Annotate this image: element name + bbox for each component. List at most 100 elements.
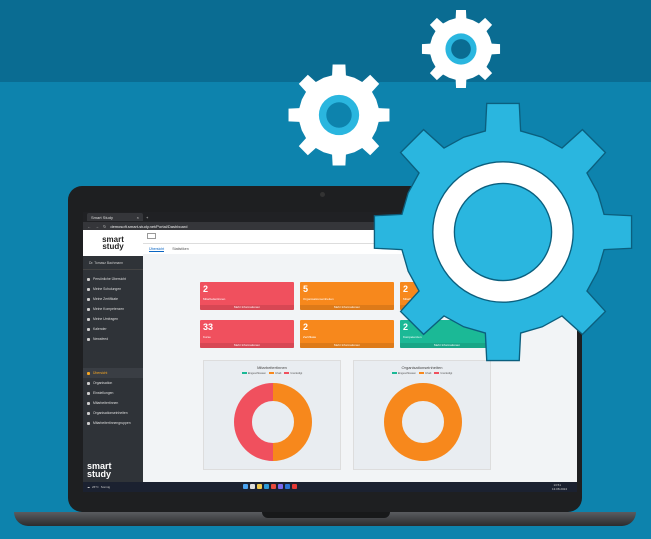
- newsfeed-icon: [87, 337, 90, 341]
- sidebar-item-label: Meine Zertifikate: [93, 297, 119, 301]
- sidebar-item-label: Mitarbeitertinnen: [93, 401, 119, 405]
- sidebar-item[interactable]: Persönliche Übersicht: [83, 274, 143, 284]
- sidebar-item-label: Newsfeed: [93, 337, 109, 341]
- sidebar-item-label: Persönliche Übersicht: [93, 277, 126, 281]
- stat-label: Organisationseinheiten: [303, 297, 334, 301]
- clock-date: 13.08.2024: [551, 487, 567, 491]
- sidebar-item-label: Einstellungen: [93, 391, 114, 395]
- teams-icon[interactable]: [278, 484, 283, 489]
- group-icon: [87, 421, 90, 425]
- sidebar-item-label: Meine Schulungen: [93, 287, 122, 291]
- new-tab-icon[interactable]: +: [146, 215, 148, 220]
- legend-label: Inhalt: [274, 372, 282, 375]
- sidebar-item-label: Meine Umfragen: [93, 317, 119, 321]
- organisation-icon: [87, 381, 90, 385]
- sidebar-item[interactable]: Mitarbeitertinnen: [83, 398, 143, 408]
- sidebar-item-organisation[interactable]: Organisation: [83, 378, 143, 388]
- url-text: demosoft.smart-study.net/Portal/Dashboar…: [110, 223, 188, 229]
- taskbar: ☁ 26°C Sonnig 13:51 13.08.2024: [83, 482, 577, 492]
- weather-desc: Sonnig: [100, 485, 111, 489]
- tab-overview[interactable]: Übersicht: [149, 247, 165, 252]
- legend-item[interactable]: Inhalt: [418, 372, 431, 375]
- legend-item[interactable]: Eingeschlossen: [391, 372, 416, 375]
- browser-tab[interactable]: Smart Study ×: [87, 213, 143, 221]
- dashboard-icon: [87, 371, 90, 375]
- reload-icon[interactable]: ↻: [103, 224, 106, 229]
- browser-tab-title: Smart Study: [91, 214, 114, 220]
- donut-chart: [384, 383, 462, 461]
- close-tab-icon[interactable]: ×: [137, 215, 139, 220]
- sidebar-logo-line-2: study: [87, 469, 112, 479]
- more-info-link[interactable]: Mehr Informationen: [200, 305, 294, 310]
- forward-icon[interactable]: →: [95, 224, 99, 229]
- outlook-icon[interactable]: [285, 484, 290, 489]
- app-icon[interactable]: [292, 484, 297, 489]
- edge-icon[interactable]: [264, 484, 269, 489]
- stat-card[interactable]: 2 Mitarbeitertinnen Mehr Informationen: [200, 282, 294, 310]
- chart-panel-org-units: Organisationseinheiten Eingeschlossen In…: [353, 360, 491, 470]
- donut-slice-inhalt[interactable]: [384, 383, 462, 461]
- explorer-icon[interactable]: [257, 484, 262, 489]
- logo-line-2: study: [102, 242, 124, 251]
- legend-item[interactable]: Unerledigt: [434, 372, 452, 375]
- sidebar-item-label: Meine Kompetenzen: [93, 307, 125, 311]
- start-icon[interactable]: [243, 484, 248, 489]
- sidebar-item-label: Kalender: [93, 327, 107, 331]
- sidebar-item-label: Mitarbeitertinnengruppen: [93, 421, 131, 425]
- small-gear-icon: [421, 9, 501, 89]
- stat-value: 5: [303, 284, 309, 294]
- survey-icon: [87, 317, 90, 321]
- sidebar-item[interactable]: Organisationseinheiten: [83, 408, 143, 418]
- sidebar-item[interactable]: Meine Zertifikate: [83, 294, 143, 304]
- sidebar-item[interactable]: Newsfeed: [83, 334, 143, 344]
- webcam: [320, 192, 325, 197]
- sidebar-item-overview[interactable]: Übersicht: [83, 368, 143, 378]
- sidebar-item[interactable]: Meine Schulungen: [83, 284, 143, 294]
- sidebar-logo: smart study: [87, 462, 112, 479]
- weather-temp[interactable]: 26°C: [92, 485, 99, 489]
- logo[interactable]: smart study: [83, 230, 143, 256]
- stat-label: Kurse: [203, 335, 211, 339]
- calendar-icon: [87, 327, 90, 331]
- building-icon: [87, 411, 90, 415]
- laptop-notch: [262, 512, 390, 518]
- sidebar-item[interactable]: Mitarbeitertinnengruppen: [83, 418, 143, 428]
- back-icon[interactable]: ←: [87, 224, 91, 229]
- sidebar-item-label: Übersicht: [93, 371, 108, 375]
- sidebar-item[interactable]: Kalender: [83, 324, 143, 334]
- large-gear-icon: [373, 102, 633, 362]
- legend-label: Unerledigt: [290, 372, 303, 375]
- search-icon[interactable]: [250, 484, 255, 489]
- stat-label: Mitarbeitertinnen: [203, 297, 226, 301]
- tab-statistics[interactable]: Statistiken: [172, 247, 189, 251]
- legend-item[interactable]: Unerledigt: [284, 372, 302, 375]
- user-icon: [87, 401, 90, 405]
- sidebar-item[interactable]: Einstellungen: [83, 388, 143, 398]
- chart-legend: Eingeschlossen Inhalt Unerledigt: [204, 372, 340, 375]
- settings-icon: [87, 391, 90, 395]
- stat-value: 2: [303, 322, 309, 332]
- legend-item[interactable]: Eingeschlossen: [241, 372, 266, 375]
- menu-icon[interactable]: [147, 233, 156, 239]
- sidebar: smart study Dr. Tomasz Bachmann Persönli…: [83, 230, 143, 482]
- donut-slice-inhalt[interactable]: [272, 383, 312, 461]
- stat-card[interactable]: 33 Kurse Mehr Informationen: [200, 320, 294, 348]
- legend-item[interactable]: Inhalt: [268, 372, 282, 375]
- sidebar-item[interactable]: Meine Umfragen: [83, 314, 143, 324]
- legend-label: Eingeschlossen: [247, 372, 266, 375]
- sidebar-item-label: Organisationseinheiten: [93, 411, 128, 415]
- donut-chart: [234, 383, 312, 461]
- course-icon: [87, 287, 90, 291]
- user-name[interactable]: Dr. Tomasz Bachmann: [83, 256, 143, 270]
- chrome-icon[interactable]: [271, 484, 276, 489]
- legend-label: Unerledigt: [440, 372, 453, 375]
- legend-label: Eingeschlossen: [397, 372, 416, 375]
- donut-slice-unerledigt[interactable]: [234, 383, 274, 461]
- more-info-link[interactable]: Mehr Informationen: [200, 343, 294, 348]
- sidebar-item[interactable]: Meine Kompetenzen: [83, 304, 143, 314]
- stat-value: 33: [203, 322, 214, 332]
- home-icon: [87, 277, 90, 281]
- stat-value: 2: [203, 284, 209, 294]
- certificate-icon: [87, 297, 90, 301]
- chart-title: Mitarbeitertinnen: [257, 365, 287, 370]
